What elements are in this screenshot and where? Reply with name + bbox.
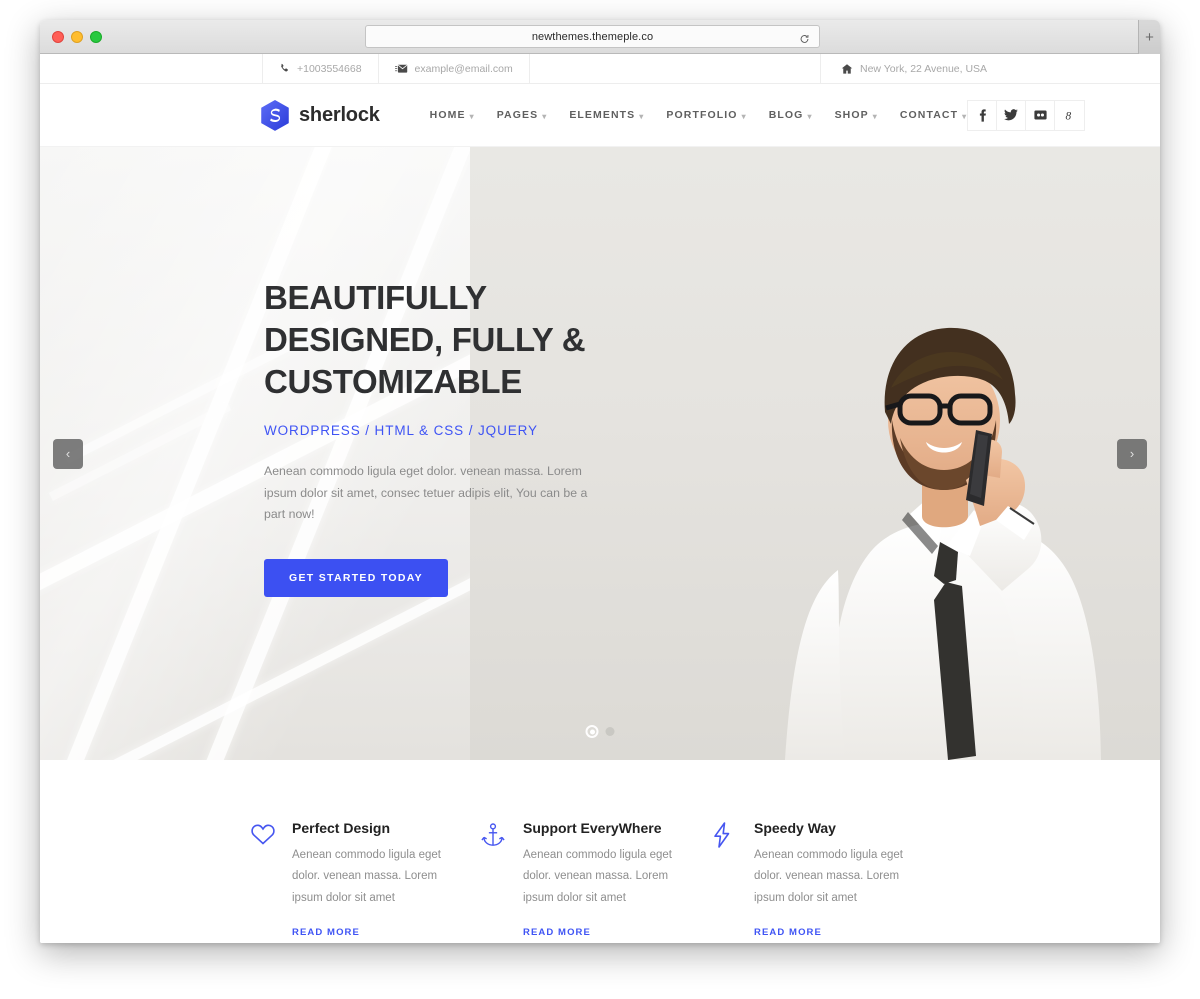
close-window-button[interactable] [52,31,64,43]
chevron-down-icon: ▾ [872,111,878,121]
slider-prev-arrow[interactable]: ‹ [53,438,83,469]
topbar-phone-text: +1003554668 [297,62,362,75]
nav-label: PAGES [496,109,539,121]
feature-body: Perfect Design Aenean commodo ligula ege… [292,820,481,940]
minimize-window-button[interactable] [71,31,83,43]
home-icon [841,63,853,75]
nav-item-blog[interactable]: BLOG ▾ [769,109,813,121]
slider-dot-2[interactable] [605,727,615,736]
feature-title: Speedy Way [754,820,836,836]
feature-text: Aenean commodo ligula eget dolor. venean… [292,849,441,904]
site-logo[interactable]: sherlock [260,99,380,131]
sherlock-hexagon-logo-icon [260,99,290,131]
envelope-icon [394,64,408,74]
maximize-window-button[interactable] [90,31,102,43]
reload-icon[interactable] [799,31,810,43]
topbar-email-text: example@email.com [414,62,513,75]
page-viewport: +1003554668 example@email.com New York, … [40,54,1160,943]
nav-label: CONTACT [899,109,959,121]
feature-card-speedy-way: Speedy Way Aenean commodo ligula eget do… [712,820,943,940]
feature-title: Perfect Design [292,820,391,836]
heart-icon [250,820,278,940]
social-links: 8 [967,99,1086,131]
hero-paragraph: Aenean commodo ligula eget dolor. venean… [264,463,588,522]
phone-icon [279,63,290,74]
top-contact-bar: +1003554668 example@email.com New York, … [40,54,1160,84]
new-tab-button[interactable]: + [1138,20,1160,54]
topbar-left-spacer [40,54,263,83]
nav-item-elements[interactable]: ELEMENTS ▾ [569,109,644,121]
chevron-down-icon: ▾ [469,111,475,121]
get-started-button[interactable]: GET STARTED TODAY [264,559,448,598]
address-bar-url: newthemes.themeple.co [531,30,654,43]
slider-pagination [585,725,615,738]
feature-title: Support EveryWhere [523,820,662,836]
feature-text: Aenean commodo ligula eget dolor. venean… [754,849,903,904]
facebook-icon[interactable] [968,100,998,130]
hero-title-line-3: CUSTOMIZABLE [264,363,522,401]
hero-subtitle: WORDPRESS / HTML & CSS / JQUERY [264,422,538,438]
hero-title: BEAUTIFULLY DESIGNED, FULLY & CUSTOMIZAB… [264,277,664,404]
nav-label: BLOG [768,109,804,121]
nav-label: HOME [429,109,466,121]
chevron-down-icon: ▾ [807,111,813,121]
chevron-down-icon: ▾ [639,111,645,121]
feature-body: Support EveryWhere Aenean commodo ligula… [523,820,712,940]
main-navigation: HOME ▾ PAGES ▾ ELEMENTS ▾ PORTFOLIO ▾ BL… [430,109,968,121]
browser-chrome-bar: newthemes.themeple.co + [40,20,1160,54]
nav-label: ELEMENTS [569,109,636,121]
chevron-down-icon: ▾ [542,111,548,121]
topbar-address-text: New York, 22 Avenue, USA [860,62,988,75]
features-section: Perfect Design Aenean commodo ligula ege… [40,760,1160,940]
anchor-icon [481,820,509,940]
topbar-phone[interactable]: +1003554668 [263,54,379,83]
topbar-address[interactable]: New York, 22 Avenue, USA [820,54,1160,83]
chevron-down-icon: ▾ [741,111,747,121]
nav-item-pages[interactable]: PAGES ▾ [497,109,548,121]
feature-card-support-everywhere: Support EveryWhere Aenean commodo ligula… [481,820,712,940]
nav-item-home[interactable]: HOME ▾ [430,109,475,121]
feature-read-more-link[interactable]: READ MORE [292,927,360,938]
bolt-icon [712,820,740,940]
hero-title-line-1: BEAUTIFULLY [264,279,487,316]
browser-window: newthemes.themeple.co + +1003554668 exam… [40,20,1160,943]
businessman-photo [785,327,1101,760]
features-row: Perfect Design Aenean commodo ligula ege… [250,820,950,940]
window-controls [52,31,102,43]
google-plus-icon[interactable]: 8 [1055,101,1084,130]
logo-text: sherlock [299,103,380,126]
feature-read-more-link[interactable]: READ MORE [754,927,822,938]
hero-slider: BEAUTIFULLY DESIGNED, FULLY & CUSTOMIZAB… [40,147,1160,760]
hero-content: BEAUTIFULLY DESIGNED, FULLY & CUSTOMIZAB… [264,277,664,598]
nav-label: SHOP [834,109,869,121]
svg-text:8: 8 [1066,110,1072,121]
flickr-icon[interactable] [1026,100,1056,130]
slider-next-arrow[interactable]: › [1117,438,1147,469]
slider-dot-1[interactable] [585,725,599,738]
hero-title-line-2: DESIGNED, FULLY & [264,321,586,359]
twitter-icon[interactable] [997,100,1027,130]
nav-label: PORTFOLIO [666,109,738,121]
feature-body: Speedy Way Aenean commodo ligula eget do… [754,820,943,940]
nav-item-shop[interactable]: SHOP ▾ [835,109,878,121]
feature-read-more-link[interactable]: READ MORE [523,927,591,938]
site-header: sherlock HOME ▾ PAGES ▾ ELEMENTS ▾ PORTF… [40,84,1160,147]
topbar-email[interactable]: example@email.com [379,54,530,83]
nav-item-contact[interactable]: CONTACT ▾ [900,109,967,121]
feature-text: Aenean commodo ligula eget dolor. venean… [523,849,672,904]
nav-item-portfolio[interactable]: PORTFOLIO ▾ [666,109,746,121]
address-bar[interactable]: newthemes.themeple.co [365,25,820,48]
feature-card-perfect-design: Perfect Design Aenean commodo ligula ege… [250,820,481,940]
chevron-down-icon: ▾ [962,111,968,121]
